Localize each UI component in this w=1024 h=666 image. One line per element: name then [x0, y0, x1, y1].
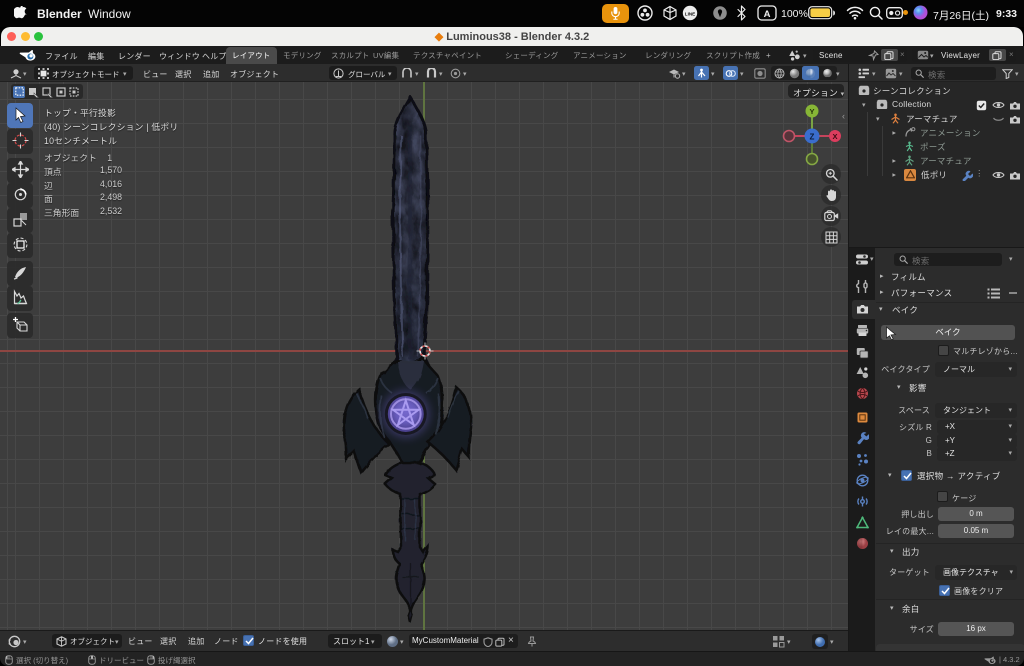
svg-text:Z: Z	[810, 133, 815, 142]
svg-text:Y: Y	[809, 107, 814, 116]
svg-text:X: X	[832, 132, 837, 141]
svg-text:LINE: LINE	[685, 11, 695, 16]
svg-text:A: A	[764, 9, 771, 20]
